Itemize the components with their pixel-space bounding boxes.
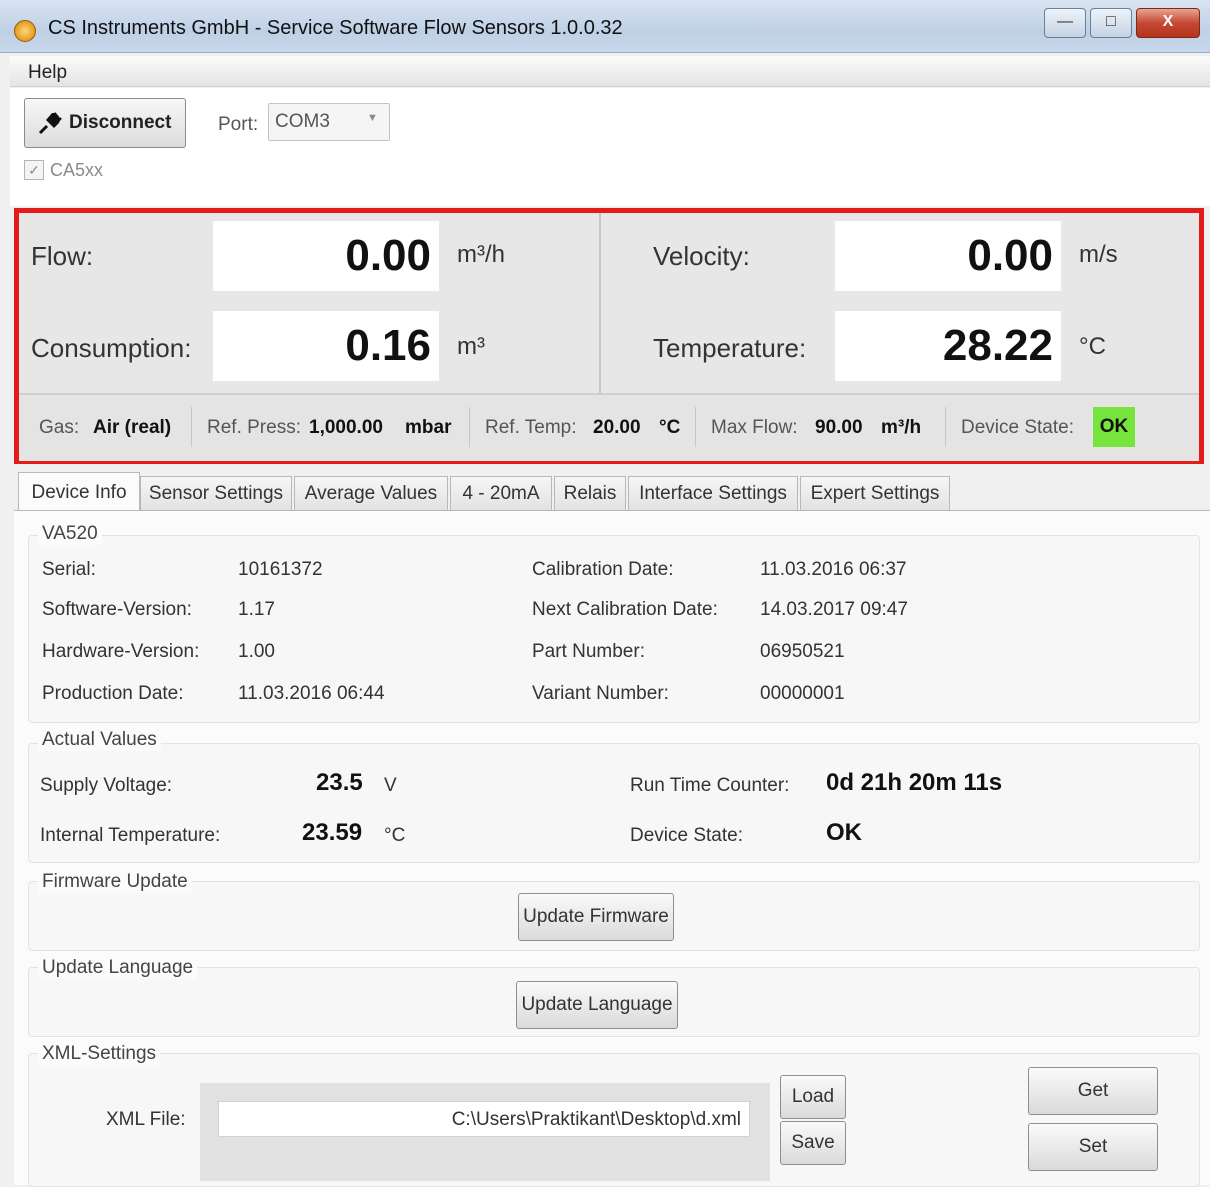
xml-settings-group-title: XML-Settings (38, 1043, 161, 1065)
velocity-label: Velocity: (653, 241, 750, 271)
supply-voltage-unit: V (384, 775, 397, 796)
variant-number-value: 00000001 (760, 683, 845, 704)
supply-voltage-value: 23.5 (316, 769, 363, 796)
max-flow-unit: m³/h (881, 417, 922, 438)
tab-expert-settings[interactable]: Expert Settings (800, 476, 950, 510)
status-divider (191, 407, 192, 447)
disconnect-label: Disconnect (69, 112, 172, 133)
calibration-date-label: Calibration Date: (532, 559, 674, 580)
ref-temp-label: Ref. Temp: (485, 417, 577, 438)
tab-device-info[interactable]: Device Info (18, 472, 140, 512)
ca5xx-checkbox[interactable]: ✓ (24, 160, 44, 180)
update-language-button[interactable]: Update Language (516, 981, 678, 1029)
variant-number-label: Variant Number: (532, 683, 669, 704)
device-state-label: Device State: (961, 417, 1074, 438)
set-button[interactable]: Set (1028, 1123, 1158, 1171)
device-info-group-title: VA520 (38, 523, 102, 545)
port-label: Port: (218, 114, 259, 135)
next-calibration-date-value: 14.03.2017 09:47 (760, 599, 908, 620)
tab-sensor-settings[interactable]: Sensor Settings (140, 476, 292, 510)
menu-item-help[interactable]: Help (28, 62, 67, 84)
device-info-panel: VA520 Serial: 10161372 Software-Version:… (14, 510, 1210, 1187)
readings-divider (599, 213, 601, 393)
hardware-version-value: 1.00 (238, 641, 275, 662)
plug-icon (38, 112, 62, 135)
production-date-value: 11.03.2016 06:44 (238, 683, 385, 704)
consumption-unit: m³ (457, 333, 485, 360)
serial-label: Serial: (42, 559, 96, 580)
actual-values-group-title: Actual Values (38, 729, 161, 751)
max-flow-label: Max Flow: (711, 417, 798, 438)
calibration-date-value: 11.03.2016 06:37 (760, 559, 907, 580)
flow-label: Flow: (31, 241, 94, 271)
internal-temperature-label: Internal Temperature: (40, 825, 221, 846)
title-bar: CS Instruments GmbH - Service Software F… (0, 0, 1210, 53)
xml-file-area: C:\Users\Praktikant\Desktop\d.xml (200, 1083, 770, 1181)
run-time-counter-value: 0d 21h 20m 11s (826, 769, 1003, 796)
flow-value: 0.00 (213, 221, 439, 291)
load-button[interactable]: Load (780, 1075, 846, 1119)
device-state-badge: OK (1093, 407, 1135, 447)
gas-label: Gas: (39, 417, 80, 438)
ref-temp-unit: °C (659, 417, 681, 438)
supply-voltage-label: Supply Voltage: (40, 775, 173, 796)
status-divider (469, 407, 470, 447)
tab-relais[interactable]: Relais (554, 476, 626, 510)
disconnect-button[interactable]: Disconnect (24, 98, 186, 148)
port-value: COM3 (275, 111, 330, 132)
save-button[interactable]: Save (780, 1121, 846, 1165)
temperature-unit: °C (1079, 333, 1106, 360)
temperature-label: Temperature: (653, 333, 807, 363)
internal-temperature-unit: °C (384, 825, 406, 846)
minimize-button[interactable]: — (1044, 8, 1086, 38)
software-version-value: 1.17 (238, 599, 275, 620)
serial-value: 10161372 (238, 559, 323, 580)
run-time-counter-label: Run Time Counter: (630, 775, 790, 796)
device-state-label: Device State: (630, 825, 743, 846)
consumption-value: 0.16 (213, 311, 439, 381)
chevron-down-icon: ▼ (367, 112, 378, 124)
velocity-value: 0.00 (835, 221, 1061, 291)
port-select[interactable]: COM3 ▼ (268, 103, 390, 141)
part-number-label: Part Number: (532, 641, 645, 662)
xml-file-input[interactable]: C:\Users\Praktikant\Desktop\d.xml (218, 1101, 750, 1137)
ca5xx-label: CA5xx (50, 160, 104, 180)
velocity-unit: m/s (1079, 241, 1118, 268)
consumption-label: Consumption: (31, 333, 192, 363)
menu-bar: Help (10, 56, 1210, 87)
production-date-label: Production Date: (42, 683, 184, 704)
maximize-button[interactable]: □ (1090, 8, 1132, 38)
temperature-value: 28.22 (835, 311, 1061, 381)
app-icon (14, 20, 36, 42)
status-strip: Gas: Air (real) Ref. Press: 1,000.00 mba… (19, 393, 1199, 461)
tab-4-20ma[interactable]: 4 - 20mA (450, 476, 552, 510)
flow-unit: m³/h (457, 241, 505, 268)
connection-area (10, 88, 1210, 206)
hardware-version-label: Hardware-Version: (42, 641, 200, 662)
internal-temperature-value: 23.59 (302, 819, 363, 846)
next-calibration-date-label: Next Calibration Date: (532, 599, 718, 620)
update-language-group-title: Update Language (38, 957, 198, 979)
update-firmware-button[interactable]: Update Firmware (518, 893, 674, 941)
ref-press-unit: mbar (405, 417, 452, 438)
ref-temp-value: 20.00 (593, 417, 641, 438)
window-title: CS Instruments GmbH - Service Software F… (48, 17, 623, 39)
tab-average-values[interactable]: Average Values (294, 476, 448, 510)
software-version-label: Software-Version: (42, 599, 192, 620)
get-button[interactable]: Get (1028, 1067, 1158, 1115)
gas-value: Air (real) (93, 417, 172, 438)
status-divider (695, 407, 696, 447)
max-flow-value: 90.00 (815, 417, 863, 438)
ref-press-label: Ref. Press: (207, 417, 301, 438)
xml-file-label: XML File: (106, 1109, 186, 1130)
status-divider (945, 407, 946, 447)
tab-interface-settings[interactable]: Interface Settings (628, 476, 798, 510)
part-number-value: 06950521 (760, 641, 845, 662)
close-button[interactable]: X (1136, 8, 1200, 38)
ref-press-value: 1,000.00 (309, 417, 383, 438)
firmware-update-group-title: Firmware Update (38, 871, 192, 893)
readings-panel: Flow: 0.00 m³/h Consumption: 0.16 m³ Vel… (14, 208, 1204, 464)
device-state-value: OK (826, 819, 862, 846)
